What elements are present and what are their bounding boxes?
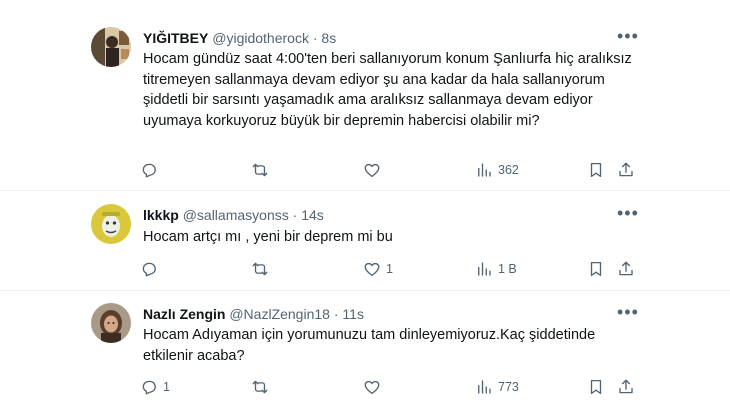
heart-icon — [364, 380, 380, 395]
reply-button[interactable] — [140, 258, 163, 280]
avatar[interactable] — [91, 27, 131, 67]
views-count: 362 — [498, 163, 519, 177]
tweet-header: YIĞITBEY @yigidotherock · 8s — [143, 29, 336, 47]
tweet[interactable]: Nazlı Zengin @NazlZengin18 · 11s ••• Hoc… — [0, 291, 730, 420]
share-button[interactable] — [617, 159, 635, 181]
like-count: 1 — [386, 262, 393, 276]
share-button[interactable] — [617, 376, 635, 398]
tweet-header: Nazlı Zengin @NazlZengin18 · 11s — [143, 305, 364, 323]
reply-button[interactable]: 1 — [140, 376, 170, 398]
avatar[interactable] — [91, 204, 131, 244]
reply-count: 1 — [163, 380, 170, 394]
bookmark-button[interactable] — [587, 258, 605, 280]
bookmark-button[interactable] — [587, 376, 605, 398]
tweet-actions: 1 773 — [0, 376, 730, 398]
more-icon[interactable]: ••• — [617, 204, 638, 225]
display-name[interactable]: Nazlı Zengin — [143, 306, 225, 322]
tweet[interactable]: lkkkp @sallamasyonss · 14s ••• Hocam art… — [0, 191, 730, 291]
separator-dot: · — [333, 306, 339, 322]
reply-icon — [142, 262, 156, 277]
reply-icon — [142, 380, 156, 395]
heart-icon — [364, 163, 380, 178]
user-handle[interactable]: @yigidotherock — [212, 30, 309, 46]
reply-button[interactable] — [140, 159, 163, 181]
share-button[interactable] — [617, 258, 635, 280]
tweet-text: Hocam artçı mı , yeni bir deprem mi bu — [143, 229, 393, 245]
tweet-text: Hocam gündüz saat 4:00'ten beri sallanıy… — [143, 51, 632, 129]
tweet-text: Hocam Adıyaman için yorumunuzu tam dinle… — [143, 327, 596, 364]
separator-dot: · — [312, 30, 318, 46]
more-icon[interactable]: ••• — [617, 303, 638, 324]
timestamp[interactable]: 8s — [321, 30, 336, 46]
bookmark-icon — [590, 261, 602, 277]
display-name[interactable]: YIĞITBEY — [143, 30, 208, 46]
reply-icon — [142, 163, 156, 178]
timestamp[interactable]: 11s — [342, 306, 364, 322]
retweet-icon — [252, 163, 268, 177]
share-icon — [619, 379, 633, 394]
bookmark-icon — [590, 162, 602, 178]
user-handle[interactable]: @sallamasyonss — [183, 207, 289, 223]
like-button[interactable]: 1 — [363, 258, 393, 280]
tweet-header: lkkkp @sallamasyonss · 14s — [143, 206, 324, 224]
tweet[interactable]: YIĞITBEY @yigidotherock · 8s ••• Hocam g… — [0, 0, 730, 191]
tweet-actions: 1 1 B — [0, 258, 730, 280]
views-button[interactable]: 362 — [475, 159, 519, 181]
views-button[interactable]: 1 B — [475, 258, 517, 280]
like-button[interactable] — [363, 159, 386, 181]
bookmark-button[interactable] — [587, 159, 605, 181]
separator-dot: · — [292, 207, 298, 223]
share-icon — [619, 162, 633, 177]
views-button[interactable]: 773 — [475, 376, 519, 398]
views-count: 773 — [498, 380, 519, 394]
display-name[interactable]: lkkkp — [143, 207, 179, 223]
like-button[interactable] — [363, 376, 386, 398]
bookmark-icon — [590, 379, 602, 395]
retweet-icon — [252, 262, 268, 276]
user-handle[interactable]: @NazlZengin18 — [229, 306, 330, 322]
views-count: 1 B — [498, 262, 517, 276]
avatar[interactable] — [91, 303, 131, 343]
timestamp[interactable]: 14s — [301, 207, 324, 223]
tweet-actions: 362 — [0, 159, 730, 181]
share-icon — [619, 261, 633, 276]
views-icon — [478, 163, 491, 177]
retweet-button[interactable] — [251, 159, 274, 181]
more-icon[interactable]: ••• — [617, 27, 638, 48]
views-icon — [478, 380, 491, 394]
heart-icon — [364, 262, 380, 277]
retweet-button[interactable] — [251, 376, 274, 398]
views-icon — [478, 262, 491, 276]
retweet-icon — [252, 380, 268, 394]
retweet-button[interactable] — [251, 258, 274, 280]
